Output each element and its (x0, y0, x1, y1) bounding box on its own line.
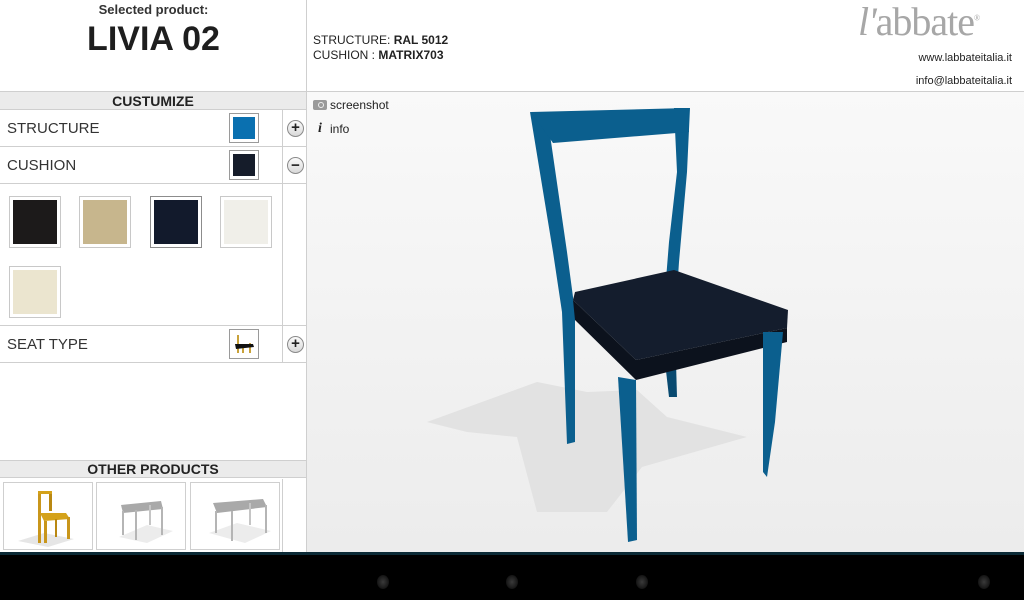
chair-3d-model[interactable] (307, 92, 1024, 552)
toggle-column: + (282, 326, 307, 362)
customize-title: CUSTUMIZE (0, 92, 306, 110)
brand-panel: l'abbate® www.labbateitalia.it info@labb… (840, 0, 1024, 92)
brand-logo: l'abbate® (858, 0, 980, 44)
chair-seat-icon (235, 335, 254, 353)
fabric-chip (13, 200, 57, 244)
selected-product-label: Selected product: (98, 2, 209, 17)
cushion-row[interactable]: CUSHION − (0, 147, 306, 184)
cushion-label: CUSHION (7, 157, 77, 174)
cushion-options (0, 184, 306, 326)
cushion-swatch[interactable] (229, 150, 259, 180)
system-navbar (0, 552, 1024, 600)
back-button[interactable] (377, 575, 389, 589)
toggle-column: − (282, 147, 307, 183)
toggle-column: + (282, 110, 307, 146)
cushion-summary-label: CUSHION : (313, 48, 376, 62)
other-product-grey-table-rect[interactable] (190, 482, 280, 550)
collapse-cushion-button[interactable]: − (287, 157, 304, 174)
fabric-chip (154, 200, 198, 244)
header: Selected product: LIVIA 02 STRUCTURE: RA… (0, 0, 1024, 92)
logo-prefix: l' (858, 0, 877, 44)
seat-type-swatch[interactable] (229, 329, 259, 359)
cushion-summary-value: MATRIX703 (378, 48, 444, 62)
structure-swatch[interactable] (229, 113, 259, 143)
cushion-option-beige[interactable] (79, 196, 131, 248)
website-link[interactable]: www.labbateitalia.it (840, 52, 1012, 64)
expand-structure-button[interactable]: + (287, 120, 304, 137)
structure-row[interactable]: STRUCTURE + (0, 110, 306, 147)
email-link[interactable]: info@labbateitalia.it (840, 75, 1012, 87)
3d-viewer[interactable]: screenshot i info (307, 92, 1024, 552)
structure-summary-value: RAL 5012 (393, 33, 449, 47)
front-right-leg (763, 332, 783, 477)
back-right-upright (665, 108, 690, 292)
cushion-option-white[interactable] (220, 196, 272, 248)
other-product-grey-table[interactable] (96, 482, 186, 550)
config-summary: STRUCTURE: RAL 5012 CUSHION : MATRIX703 (313, 33, 448, 63)
fabric-chip (83, 200, 127, 244)
cushion-option-navy[interactable] (150, 196, 202, 248)
configurator-app: Selected product: LIVIA 02 STRUCTURE: RA… (0, 0, 1024, 600)
other-product-yellow-chair[interactable] (3, 482, 93, 550)
backrest (531, 108, 689, 143)
selected-product-panel: Selected product: LIVIA 02 (0, 0, 307, 92)
customize-panel: CUSTUMIZE STRUCTURE + CUSHION − SEAT TYP… (0, 92, 307, 552)
chair-shadow (427, 382, 747, 512)
chair-thumbnail-icon (18, 491, 74, 547)
table-thumbnail-icon (209, 499, 271, 543)
structure-color-chip (233, 117, 255, 139)
structure-label: STRUCTURE (7, 120, 100, 137)
toggle-column (282, 184, 307, 325)
other-products-list (0, 479, 306, 552)
home-button[interactable] (506, 575, 518, 589)
expand-seat-type-button[interactable]: + (287, 336, 304, 353)
fabric-chip (224, 200, 268, 244)
table-thumbnail-icon (119, 501, 173, 543)
other-products-title: OTHER PRODUCTS (0, 460, 306, 478)
cushion-option-cream[interactable] (9, 266, 61, 318)
seat-type-label: SEAT TYPE (7, 336, 88, 353)
structure-summary-label: STRUCTURE: (313, 33, 391, 47)
divider (282, 479, 283, 552)
seat-type-row[interactable]: SEAT TYPE + (0, 326, 306, 363)
recent-apps-button[interactable] (636, 575, 648, 589)
product-name: LIVIA 02 (87, 20, 220, 58)
cushion-color-chip (233, 154, 255, 176)
cushion-option-black[interactable] (9, 196, 61, 248)
menu-button[interactable] (978, 575, 990, 589)
fabric-chip (13, 270, 57, 314)
logo-text: abbate (875, 0, 975, 44)
